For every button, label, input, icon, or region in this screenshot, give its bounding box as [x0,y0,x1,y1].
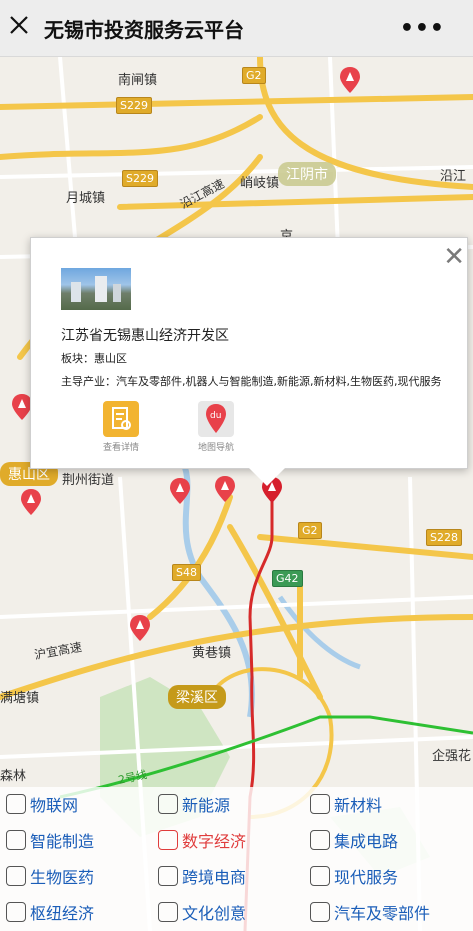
category-cultural-creative[interactable]: 文化创意 [158,895,246,929]
popup-title: 江苏省无锡惠山经济开发区 [61,328,229,344]
svg-text:du: du [210,411,221,421]
map-marker-icon[interactable] [340,67,360,93]
title-bar: 无锡市投资服务云平台 ••• [0,0,473,57]
energy-icon [158,794,178,814]
popup-industry: 主导产业：汽车及零部件,机器人与智能制造,新能源,新材料,生物医药,现代服务 [61,375,442,388]
popup-sector: 板块：惠山区 [61,352,127,365]
close-icon[interactable] [8,14,30,36]
baidu-map-icon: du [198,401,234,437]
materials-icon [310,794,330,814]
robot-icon [6,830,26,850]
map-place-label: 南闸镇 [118,73,158,88]
industry-category-panel: 物联网 新能源 新材料 智能制造 数字经济 集成电路 生物医药 跨境电商 现代服… [0,787,473,931]
map-marker-icon[interactable] [130,615,150,641]
highway-shield: S229 [122,170,158,187]
view-details-button[interactable]: 查看详情 [91,401,151,453]
map-place-label: 月城镇 [66,191,106,206]
map-place-label: 黄巷镇 [192,646,232,661]
medical-kit-icon [6,866,26,886]
ecommerce-icon [158,866,178,886]
map-navigation-button[interactable]: du 地图导航 [186,401,246,453]
info-popup: ✕ 江苏省无锡惠山经济开发区 板块：惠山区 主导产业：汽车及零部件,机器人与智能… [30,237,468,486]
view-details-label: 查看详情 [102,443,139,453]
category-auto-parts[interactable]: 汽车及零部件 [310,895,430,929]
category-iot[interactable]: 物联网 [6,787,78,821]
map-marker-icon[interactable] [215,476,235,502]
coin-icon [158,830,178,850]
map-marker-icon[interactable] [170,478,190,504]
category-digital-economy[interactable]: 数字经济 [158,823,246,857]
category-new-energy[interactable]: 新能源 [158,787,230,821]
category-integrated-circuits[interactable]: 集成电路 [310,823,398,857]
hub-icon [6,902,26,922]
map-place-label: 荆州街道 [62,473,115,488]
highway-shield: G42 [272,570,303,587]
category-new-materials[interactable]: 新材料 [310,787,382,821]
more-menu-icon[interactable]: ••• [400,16,445,41]
highway-shield: G2 [298,522,322,539]
highway-shield: S228 [426,529,462,546]
document-icon [158,902,178,922]
map-marker-icon[interactable] [12,394,32,420]
district-label: 江阴市 [278,162,336,186]
map-marker-icon[interactable] [21,489,41,515]
link-icon [6,794,26,814]
map-navigation-label: 地图导航 [197,443,234,453]
category-modern-services[interactable]: 现代服务 [310,859,398,893]
category-cross-border-ecommerce[interactable]: 跨境电商 [158,859,246,893]
category-hub-economy[interactable]: 枢纽经济 [6,895,94,929]
category-smart-manufacturing[interactable]: 智能制造 [6,823,94,857]
highway-shield: S229 [116,97,152,114]
map-place-label: 森林 [0,769,27,784]
park-thumbnail [61,268,131,310]
close-icon[interactable]: ✕ [443,244,465,270]
highway-shield: S48 [172,564,201,581]
car-icon [310,902,330,922]
page-title: 无锡市投资服务云平台 [44,18,244,42]
heart-hands-icon [310,866,330,886]
highway-shield: G2 [242,67,266,84]
popup-pointer [249,468,285,486]
building-icon [310,830,330,850]
category-biomedicine[interactable]: 生物医药 [6,859,94,893]
district-label: 梁溪区 [168,685,226,709]
document-search-icon [103,401,139,437]
map-place-label: 峭岐镇 [240,176,280,191]
map-place-label: 沿江 [440,169,467,184]
map-place-label: 满塘镇 [0,691,40,706]
map-place-label: 企强花 [432,749,472,764]
